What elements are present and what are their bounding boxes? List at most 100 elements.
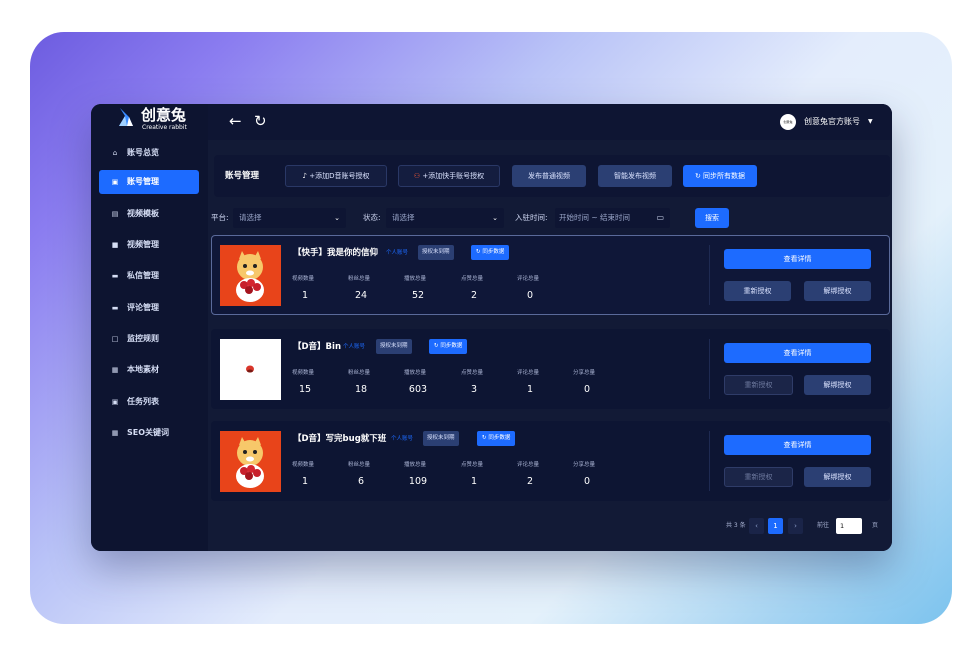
stat-value: 24 <box>354 290 368 301</box>
monitor-icon: □ <box>111 335 119 343</box>
date-range-picker[interactable]: 开始时间 ~ 结束时间 ▭ <box>555 208 670 228</box>
sidebar-item-video-templates[interactable]: ▤ 视频模板 <box>99 202 199 226</box>
calendar-icon: ▭ <box>656 213 664 222</box>
stat-label: 分享总量 <box>573 462 596 468</box>
unbind-button[interactable]: 解绑授权 <box>804 467 871 487</box>
sidebar-item-label: SEO关键词 <box>127 428 170 437</box>
reauthorize-button[interactable]: 重新授权 <box>724 281 791 301</box>
refresh-icon[interactable]: ↻ <box>254 112 270 130</box>
publish-normal-button[interactable]: 发布普通视频 <box>512 165 586 187</box>
account-title: 【D音】写完bug就下班 <box>293 434 387 444</box>
tiktok-icon: ♪ <box>302 172 307 180</box>
status-select[interactable]: 请选择 ⌄ <box>386 208 504 228</box>
auth-status-badge: 授权未到期 <box>418 245 454 260</box>
sync-icon: ↻ <box>482 435 487 441</box>
view-details-button[interactable]: 查看详情 <box>724 249 871 269</box>
comment-icon: ▬ <box>111 304 119 312</box>
page-number[interactable]: 1 <box>768 518 783 534</box>
seo-icon: ▦ <box>111 429 119 437</box>
add-kuaishou-button[interactable]: ⚇ +添加快手账号授权 <box>398 165 500 187</box>
chevron-down-icon: ⌄ <box>492 214 498 222</box>
sidebar-item-task-list[interactable]: ▣ 任务列表 <box>99 390 199 414</box>
page-unit: 页 <box>872 522 879 529</box>
account-title: 【D音】Bin <box>293 342 341 352</box>
sync-all-button[interactable]: ↻ 同步所有数据 <box>683 165 757 187</box>
goto-page-input[interactable]: 1 <box>836 518 862 534</box>
account-card: 【D音】写完bug就下班 个人账号 授权未到期 ↻ 同步数据 视频数量 粉丝总量… <box>211 421 890 501</box>
platform-label: 平台: <box>211 213 229 222</box>
sidebar: 创意兔 Creative rabbit ⌂ 账号总览 ▣ 账号管理 ▤ 视频模板… <box>91 104 208 551</box>
personal-account-tag: 个人账号 <box>386 250 409 256</box>
stat-value: 3 <box>470 384 478 395</box>
reauthorize-button[interactable]: 重新授权 <box>724 467 793 487</box>
view-details-button[interactable]: 查看详情 <box>724 343 871 363</box>
unbind-button[interactable]: 解绑授权 <box>804 281 871 301</box>
sync-data-button[interactable]: ↻ 同步数据 <box>471 245 510 260</box>
user-menu[interactable]: 创意兔 创意兔官方账号 ▼ <box>780 114 876 130</box>
sidebar-item-messages[interactable]: ▬ 私信管理 <box>99 264 199 288</box>
sync-data-label: 同步数据 <box>440 343 463 349</box>
sidebar-item-label: 监控规则 <box>127 334 159 343</box>
sidebar-item-account-management[interactable]: ▣ 账号管理 <box>99 170 199 194</box>
sidebar-item-seo-keywords[interactable]: ▦ SEO关键词 <box>99 421 199 445</box>
video-icon: ■ <box>111 241 119 249</box>
stat-label: 分享总量 <box>573 370 596 376</box>
brand-subtitle: Creative rabbit <box>142 124 187 131</box>
stat-value: 0 <box>526 290 534 301</box>
back-arrow-icon[interactable]: ← <box>229 112 245 130</box>
sidebar-item-label: 账号管理 <box>127 177 159 186</box>
sidebar-item-overview[interactable]: ⌂ 账号总览 <box>99 141 199 165</box>
sidebar-item-local-assets[interactable]: ▦ 本地素材 <box>99 358 199 382</box>
sync-data-button[interactable]: ↻ 同步数据 <box>429 339 468 354</box>
stat-value: 603 <box>408 384 428 395</box>
folder-icon: ▦ <box>111 366 119 374</box>
stat-label: 粉丝总量 <box>348 462 371 468</box>
stat-label: 粉丝总量 <box>348 370 371 376</box>
stat-label: 播放总量 <box>404 370 427 376</box>
divider <box>709 339 710 399</box>
date-label: 入驻时间: <box>515 213 548 222</box>
unbind-button[interactable]: 解绑授权 <box>804 375 871 395</box>
stat-label: 视频数量 <box>292 462 315 468</box>
add-douyin-button[interactable]: ♪ +添加D音账号授权 <box>285 165 387 187</box>
chevron-down-icon: ⌄ <box>334 214 340 222</box>
prev-page-button[interactable]: ‹ <box>749 518 764 534</box>
sidebar-item-comments[interactable]: ▬ 评论管理 <box>99 296 199 320</box>
goto-label: 前往 <box>817 522 830 529</box>
main-content: ← ↻ 创意兔 创意兔官方账号 ▼ 账号管理 ♪ +添加D音账号授权 ⚇ +添加… <box>208 104 892 551</box>
tiger-avatar-image <box>220 245 281 306</box>
auth-status-badge: 授权未到期 <box>423 431 459 446</box>
publish-smart-button[interactable]: 智能发布视频 <box>598 165 672 187</box>
next-page-button[interactable]: › <box>788 518 803 534</box>
sidebar-item-label: 账号总览 <box>127 148 159 157</box>
caret-down-icon: ▼ <box>868 118 873 125</box>
sidebar-item-label: 本地素材 <box>127 365 159 374</box>
search-button[interactable]: 搜索 <box>695 208 729 228</box>
platform-select[interactable]: 请选择 ⌄ <box>233 208 346 228</box>
reauthorize-button[interactable]: 重新授权 <box>724 375 793 395</box>
stat-value: 18 <box>354 384 368 395</box>
date-range-value: 开始时间 ~ 结束时间 <box>559 213 631 222</box>
stat-value: 0 <box>583 476 591 487</box>
stat-value: 1 <box>470 476 478 487</box>
stat-label: 点赞总量 <box>461 462 484 468</box>
sidebar-item-monitor-rules[interactable]: □ 监控规则 <box>99 327 199 351</box>
sync-icon: ↻ <box>476 249 481 255</box>
template-icon: ▤ <box>111 210 119 218</box>
total-count: 共 3 条 <box>726 522 746 529</box>
tiger-avatar-image <box>220 431 281 492</box>
account-thumbnail <box>220 431 281 492</box>
account-thumbnail <box>220 245 281 306</box>
stat-value: 109 <box>408 476 428 487</box>
stat-label: 点赞总量 <box>461 276 484 282</box>
view-details-button[interactable]: 查看详情 <box>724 435 871 455</box>
stat-value: 52 <box>411 290 425 301</box>
kuaishou-icon: ⚇ <box>413 172 421 180</box>
sidebar-item-video-management[interactable]: ■ 视频管理 <box>99 233 199 257</box>
stat-label: 评论总量 <box>517 370 540 376</box>
sync-all-label: 同步所有数据 <box>703 172 746 180</box>
task-icon: ▣ <box>111 398 119 406</box>
sync-data-button[interactable]: ↻ 同步数据 <box>477 431 516 446</box>
stat-value: 1 <box>301 290 309 301</box>
app-window: 创意兔 Creative rabbit ⌂ 账号总览 ▣ 账号管理 ▤ 视频模板… <box>91 104 892 551</box>
